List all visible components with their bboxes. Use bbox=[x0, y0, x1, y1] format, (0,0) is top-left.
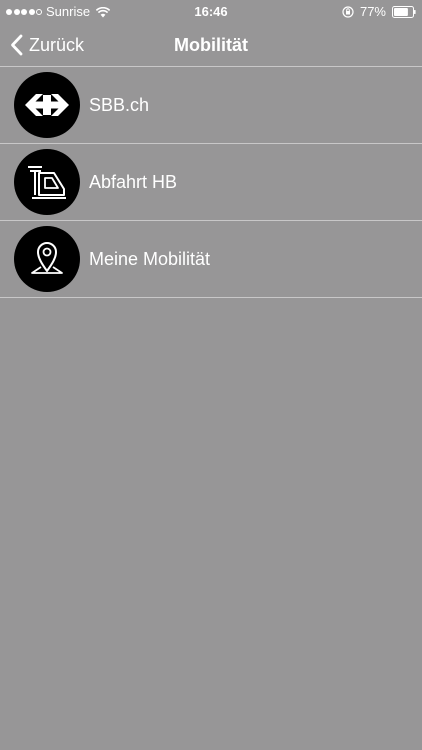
battery-icon bbox=[392, 6, 416, 18]
menu-item-meine-mobilitaet[interactable]: Meine Mobilität bbox=[0, 221, 422, 298]
sbb-logo-icon bbox=[14, 72, 80, 138]
location-pin-icon bbox=[14, 226, 80, 292]
menu-item-label: SBB.ch bbox=[89, 95, 150, 115]
menu-list: SBB.ch Abfahrt HB Meine Mobilität bbox=[0, 67, 422, 298]
train-icon bbox=[14, 149, 80, 215]
menu-item-sbb[interactable]: SBB.ch bbox=[0, 67, 422, 144]
battery-percentage: 77% bbox=[359, 4, 386, 19]
status-right: 77% bbox=[342, 4, 416, 20]
rotation-lock-icon bbox=[342, 6, 354, 18]
navigation-bar: Zurück Mobilität bbox=[0, 24, 422, 67]
menu-item-label: Abfahrt HB bbox=[89, 172, 178, 192]
menu-item-label: Meine Mobilität bbox=[89, 249, 211, 269]
status-bar: Sunrise 16:46 77% bbox=[0, 0, 422, 24]
menu-item-abfahrt-hb[interactable]: Abfahrt HB bbox=[0, 144, 422, 221]
page-title: Mobilität bbox=[174, 35, 248, 55]
